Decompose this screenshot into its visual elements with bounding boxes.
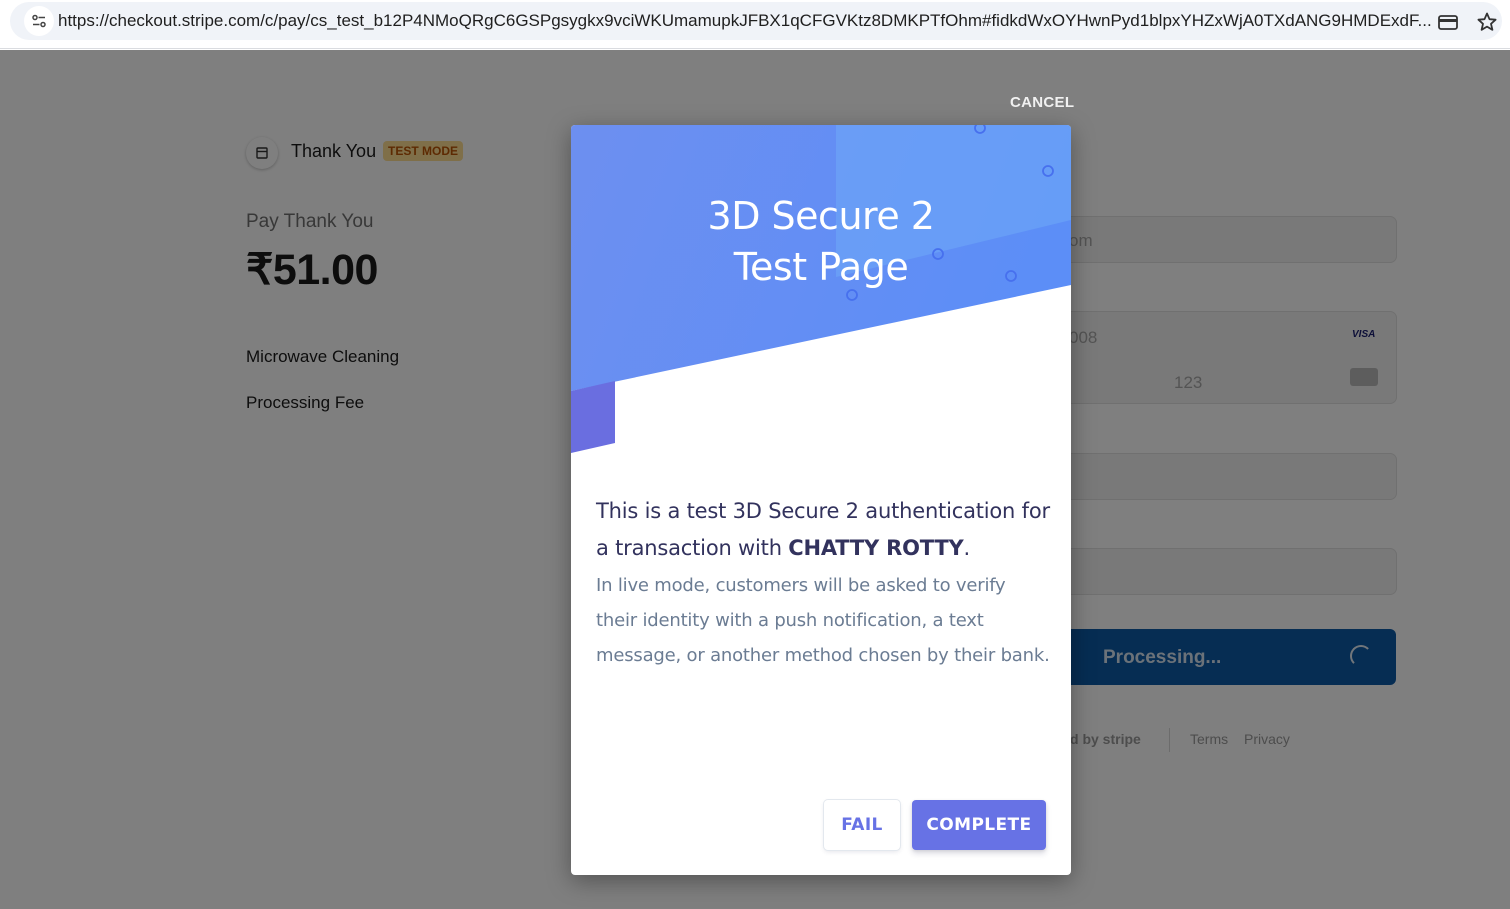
modal-body: This is a test 3D Secure 2 authenticatio… [596,493,1051,673]
modal-sub-text: In live mode, customers will be asked to… [596,575,1050,666]
modal-title: 3D Secure 2 Test Page [571,191,1071,293]
cancel-button[interactable]: CANCEL [1010,94,1074,111]
modal-lead-text: This is a test 3D Secure 2 authenticatio… [596,493,1051,567]
star-bookmark-icon[interactable] [1476,11,1498,33]
credit-card-icon[interactable] [1437,11,1459,33]
modal-title-line: 3D Secure 2 [707,194,935,238]
merchant-name-bold: CHATTY ROTTY [788,536,964,560]
address-bar[interactable]: https://checkout.stripe.com/c/pay/cs_tes… [10,2,1502,40]
lead-period: . [963,536,971,560]
hero-banner [571,125,1071,453]
fail-button[interactable]: FAIL [824,800,900,850]
browser-toolbar: https://checkout.stripe.com/c/pay/cs_tes… [0,0,1510,49]
complete-button[interactable]: COMPLETE [912,800,1046,850]
three-d-secure-modal: 3D Secure 2 Test Page This is a test 3D … [571,125,1071,875]
site-info-icon[interactable] [24,6,54,36]
site-info-glyph [32,14,46,28]
url-text[interactable]: https://checkout.stripe.com/c/pay/cs_tes… [58,11,1436,31]
modal-title-line: Test Page [733,245,909,289]
